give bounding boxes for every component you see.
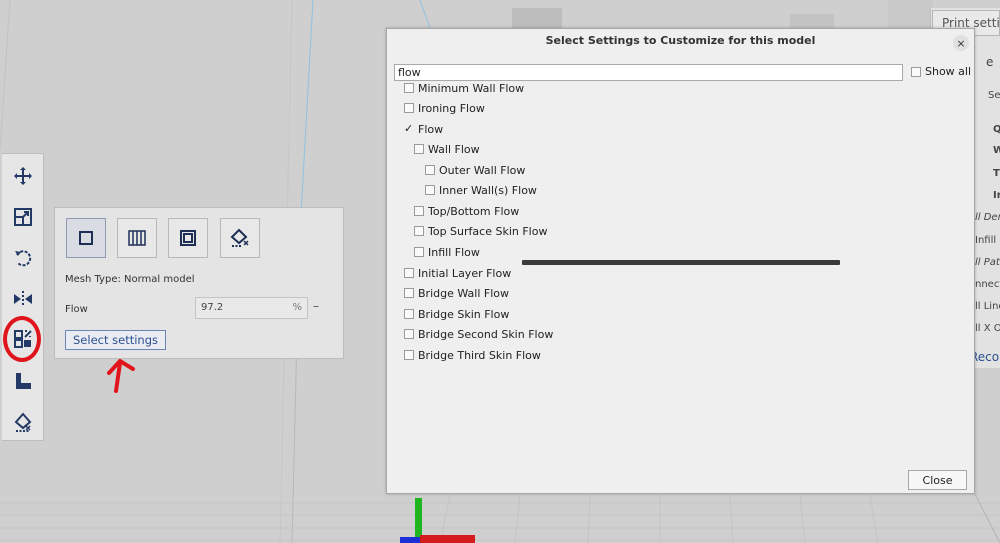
support-blocker-button[interactable] bbox=[8, 366, 38, 396]
overlap-mesh-button[interactable] bbox=[168, 218, 208, 258]
setting-row-bridge-second-skin-flow[interactable]: Bridge Second Skin Flow bbox=[404, 326, 553, 342]
setting-row-infill-flow[interactable]: Infill Flow bbox=[414, 244, 480, 260]
flow-unit: % bbox=[292, 302, 302, 313]
setting-row-inner-wall-flow[interactable]: Inner Wall(s) Flow bbox=[425, 182, 537, 198]
setting-label: Outer Wall Flow bbox=[439, 163, 526, 177]
show-all-checkbox[interactable]: Show all bbox=[911, 65, 971, 78]
setting-label: Bridge Second Skin Flow bbox=[418, 327, 554, 341]
setting-label: Flow bbox=[418, 122, 444, 136]
right-snippet: ll Line bbox=[975, 301, 1000, 312]
rotate-tool-button[interactable] bbox=[8, 243, 38, 273]
setting-label: Inner Wall(s) Flow bbox=[439, 183, 537, 197]
setting-checkbox[interactable] bbox=[404, 350, 414, 360]
setting-row-wall-flow[interactable]: Wall Flow bbox=[414, 141, 480, 157]
setting-row-minimum-wall-flow[interactable]: Minimum Wall Flow bbox=[404, 80, 524, 96]
setting-checkbox-checked[interactable] bbox=[404, 122, 414, 135]
scale-tool-button[interactable] bbox=[8, 202, 38, 232]
setting-checkbox[interactable] bbox=[414, 247, 424, 257]
mesh-type-label: Mesh Type: Normal model bbox=[65, 274, 195, 285]
setting-label: Top/Bottom Flow bbox=[428, 204, 520, 218]
settings-scrollbar[interactable] bbox=[967, 84, 972, 434]
setting-checkbox[interactable] bbox=[404, 288, 414, 298]
flow-setting-label: Flow bbox=[65, 304, 88, 315]
setting-row-bridge-third-skin-flow[interactable]: Bridge Third Skin Flow bbox=[404, 347, 541, 363]
setting-label: Initial Layer Flow bbox=[418, 266, 512, 280]
setting-row-top-surface-skin-flow[interactable]: Top Surface Skin Flow bbox=[414, 223, 547, 239]
setting-row-top-bottom-flow[interactable]: Top/Bottom Flow bbox=[414, 203, 519, 219]
setting-label: Minimum Wall Flow bbox=[418, 81, 525, 95]
show-all-box[interactable] bbox=[911, 66, 921, 77]
support-mesh-icon bbox=[128, 230, 146, 246]
setting-checkbox[interactable] bbox=[425, 165, 435, 175]
right-snippet: Se bbox=[988, 90, 1000, 101]
setting-row-bridge-wall-flow[interactable]: Bridge Wall Flow bbox=[404, 285, 509, 301]
settings-search-input[interactable] bbox=[394, 64, 903, 81]
setting-checkbox[interactable] bbox=[404, 83, 414, 93]
select-settings-button[interactable]: Select settings bbox=[65, 330, 166, 350]
right-snippet: T bbox=[993, 168, 1000, 179]
right-snippet: Ir bbox=[993, 190, 1000, 201]
flow-value-field[interactable]: 97.2 % bbox=[195, 297, 308, 319]
right-snippet: ll Dens bbox=[975, 212, 1000, 223]
setting-label: Top Surface Skin Flow bbox=[428, 224, 548, 238]
setting-checkbox[interactable] bbox=[425, 185, 435, 195]
normal-model-button[interactable] bbox=[66, 218, 106, 258]
per-model-settings-icon bbox=[14, 330, 32, 348]
setting-checkbox[interactable] bbox=[404, 329, 414, 339]
overlap-mesh-icon bbox=[180, 230, 196, 246]
setting-row-bridge-skin-flow[interactable]: Bridge Skin Flow bbox=[404, 306, 509, 322]
setting-label: Bridge Wall Flow bbox=[418, 286, 509, 300]
dialog-title: Select Settings to Customize for this mo… bbox=[545, 34, 816, 47]
left-toolbar bbox=[2, 153, 44, 441]
setting-row-flow[interactable]: Flow bbox=[404, 121, 443, 137]
anti-overhang-mesh-button[interactable] bbox=[220, 218, 260, 258]
paint-support-button[interactable] bbox=[8, 407, 38, 437]
setting-label: Ironing Flow bbox=[418, 101, 485, 115]
select-settings-dialog: Select Settings to Customize for this mo… bbox=[386, 28, 975, 494]
setting-checkbox[interactable] bbox=[414, 226, 424, 236]
right-snippet: nnect bbox=[975, 279, 1000, 290]
right-snippet: ll Patt bbox=[975, 257, 1000, 268]
right-snippet: Q bbox=[993, 124, 1000, 135]
setting-label: Infill Flow bbox=[428, 245, 480, 259]
setting-row-outer-wall-flow[interactable]: Outer Wall Flow bbox=[425, 162, 525, 178]
dialog-close-icon[interactable]: × bbox=[953, 35, 969, 51]
per-model-settings-panel: Mesh Type: Normal model Flow 97.2 % – Se… bbox=[54, 207, 344, 359]
right-snippet: W bbox=[993, 145, 1000, 156]
flow-value: 97.2 bbox=[201, 302, 224, 313]
normal-model-icon bbox=[79, 231, 93, 245]
right-snippet: ll X Of bbox=[975, 323, 1000, 334]
mirror-tool-button[interactable] bbox=[8, 284, 38, 314]
move-icon bbox=[14, 167, 32, 185]
drag-indicator-line bbox=[522, 260, 840, 265]
close-button[interactable]: Close bbox=[908, 470, 967, 490]
setting-checkbox[interactable] bbox=[404, 268, 414, 278]
per-model-settings-button[interactable] bbox=[8, 324, 38, 354]
setting-checkbox[interactable] bbox=[414, 206, 424, 216]
setting-label: Wall Flow bbox=[428, 142, 480, 156]
setting-label: Bridge Third Skin Flow bbox=[418, 348, 541, 362]
setting-checkbox[interactable] bbox=[404, 309, 414, 319]
anti-overhang-mesh-icon bbox=[230, 228, 249, 247]
setting-label: Bridge Skin Flow bbox=[418, 307, 510, 321]
right-snippet: Infill L bbox=[975, 235, 1000, 246]
remove-setting-button[interactable]: – bbox=[313, 299, 319, 313]
setting-row-initial-layer-flow[interactable]: Initial Layer Flow bbox=[404, 265, 511, 281]
move-tool-button[interactable] bbox=[8, 161, 38, 191]
paint-support-icon bbox=[14, 412, 32, 432]
mirror-icon bbox=[14, 291, 32, 307]
setting-row-ironing-flow[interactable]: Ironing Flow bbox=[404, 100, 485, 116]
show-all-label: Show all bbox=[925, 65, 972, 78]
setting-checkbox[interactable] bbox=[414, 144, 424, 154]
scale-icon bbox=[14, 208, 32, 226]
annotation-arrow bbox=[107, 359, 135, 393]
support-blocker-icon bbox=[16, 373, 31, 389]
rotate-icon bbox=[15, 250, 32, 267]
right-snippet: e bbox=[986, 55, 994, 69]
setting-checkbox[interactable] bbox=[404, 103, 414, 113]
support-mesh-button[interactable] bbox=[117, 218, 157, 258]
